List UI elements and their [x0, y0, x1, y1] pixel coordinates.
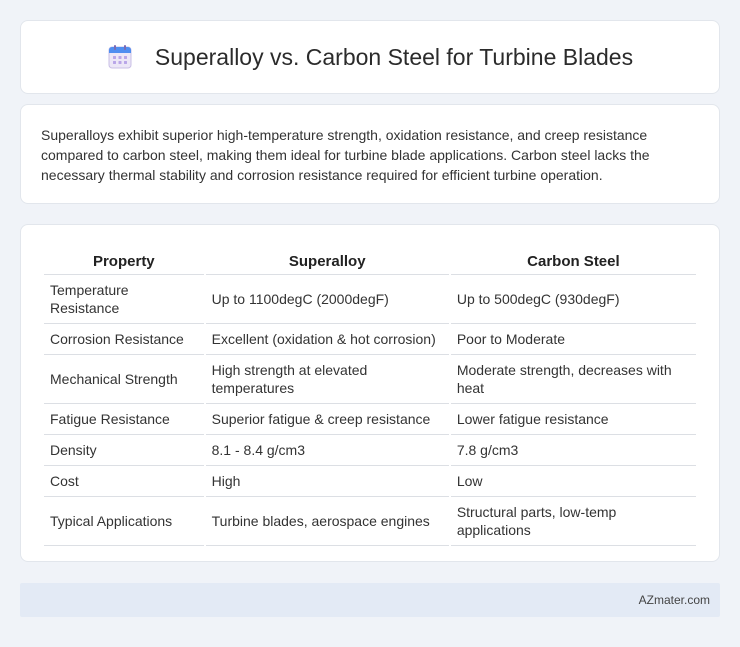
- footer-bar: AZmater.com: [20, 583, 720, 617]
- header-property: Property: [44, 245, 204, 275]
- carbon-steel-cell: 7.8 g/cm3: [450, 435, 696, 466]
- superalloy-cell: Superior fatigue & creep resistance: [205, 404, 449, 435]
- footer-site-link[interactable]: AZmater.com: [639, 593, 710, 607]
- property-cell: Temperature Resistance: [44, 275, 204, 324]
- carbon-steel-cell: Poor to Moderate: [450, 324, 696, 355]
- property-cell: Cost: [44, 466, 204, 497]
- table-row: Mechanical Strength High strength at ele…: [44, 355, 696, 404]
- comparison-table: Property Superalloy Carbon Steel Tempera…: [42, 245, 698, 546]
- superalloy-cell: Up to 1100degC (2000degF): [205, 275, 449, 324]
- carbon-steel-cell: Low: [450, 466, 696, 497]
- property-cell: Corrosion Resistance: [44, 324, 204, 355]
- carbon-steel-cell: Up to 500degC (930degF): [450, 275, 696, 324]
- summary-text: Superalloys exhibit superior high-temper…: [41, 127, 650, 183]
- table-row: Corrosion Resistance Excellent (oxidatio…: [44, 324, 696, 355]
- summary-card: Superalloys exhibit superior high-temper…: [20, 104, 720, 204]
- property-cell: Fatigue Resistance: [44, 404, 204, 435]
- header-card: Superalloy vs. Carbon Steel for Turbine …: [20, 20, 720, 94]
- carbon-steel-cell: Lower fatigue resistance: [450, 404, 696, 435]
- comparison-table-card: Property Superalloy Carbon Steel Tempera…: [20, 224, 720, 562]
- superalloy-cell: Turbine blades, aerospace engines: [205, 497, 449, 546]
- superalloy-cell: High: [205, 466, 449, 497]
- property-cell: Mechanical Strength: [44, 355, 204, 404]
- property-cell: Density: [44, 435, 204, 466]
- page-title: Superalloy vs. Carbon Steel for Turbine …: [154, 43, 634, 70]
- carbon-steel-cell: Structural parts, low-temp applications: [450, 497, 696, 546]
- carbon-steel-cell: Moderate strength, decreases with heat: [450, 355, 696, 404]
- table-row: Cost High Low: [44, 466, 696, 497]
- table-row: Fatigue Resistance Superior fatigue & cr…: [44, 404, 696, 435]
- superalloy-cell: 8.1 - 8.4 g/cm3: [205, 435, 449, 466]
- property-cell: Typical Applications: [44, 497, 204, 546]
- superalloy-cell: High strength at elevated temperatures: [205, 355, 449, 404]
- table-row: Temperature Resistance Up to 1100degC (2…: [44, 275, 696, 324]
- table-header-row: Property Superalloy Carbon Steel: [44, 245, 696, 275]
- table-row: Typical Applications Turbine blades, aer…: [44, 497, 696, 546]
- header-carbon-steel: Carbon Steel: [450, 245, 696, 275]
- calendar-icon: [108, 45, 132, 69]
- header-superalloy: Superalloy: [205, 245, 449, 275]
- superalloy-cell: Excellent (oxidation & hot corrosion): [205, 324, 449, 355]
- table-row: Density 8.1 - 8.4 g/cm3 7.8 g/cm3: [44, 435, 696, 466]
